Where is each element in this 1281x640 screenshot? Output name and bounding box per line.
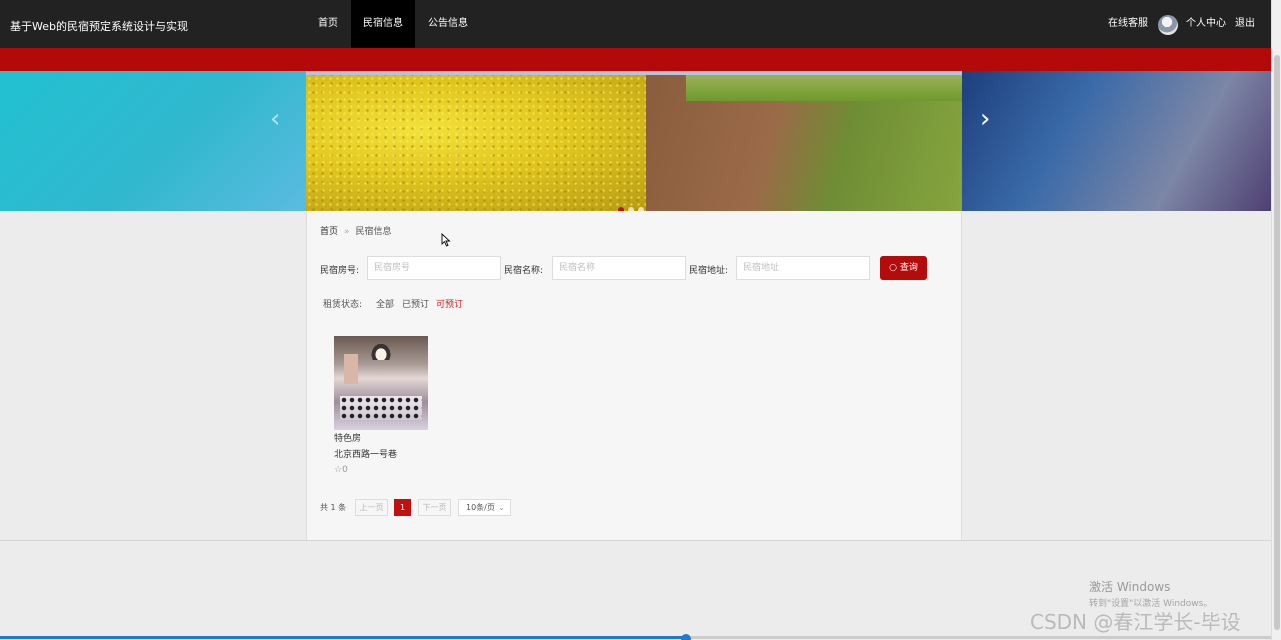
homestay-name-label: 民宿名称: bbox=[504, 266, 544, 276]
homestay-card[interactable]: 特色房 北京西路一号巷 ☆0 bbox=[334, 336, 430, 477]
breadcrumb-current: 民宿信息 bbox=[355, 227, 392, 237]
rental-status-label: 租赁状态: bbox=[323, 300, 363, 310]
chevron-right-icon[interactable]: › bbox=[980, 106, 1000, 132]
page-size-value: 10条/页 bbox=[466, 503, 495, 512]
filter-all[interactable]: 全部 bbox=[376, 297, 394, 310]
chevron-down-icon: ⌄ bbox=[498, 503, 505, 512]
carousel-indicators bbox=[618, 198, 648, 211]
star-icon: ☆ bbox=[334, 465, 343, 475]
chandelier-icon bbox=[370, 342, 392, 360]
homestay-address-label: 民宿地址: bbox=[689, 266, 729, 276]
search-button-label: 查询 bbox=[899, 263, 918, 273]
search-icon: ○ bbox=[889, 263, 897, 273]
favorite-count-value: 0 bbox=[342, 465, 348, 475]
pagination-total: 共 1 条 bbox=[320, 503, 347, 512]
page-size-select[interactable]: 10条/页 ⌄ bbox=[458, 499, 511, 516]
filter-booked[interactable]: 已预订 bbox=[402, 297, 429, 310]
progress-track bbox=[686, 636, 1271, 639]
csdn-watermark: CSDN @春江学长-毕设 bbox=[1030, 610, 1241, 634]
page-number-button[interactable]: 1 bbox=[394, 499, 411, 516]
carousel-next-slide bbox=[962, 71, 1271, 211]
user-avatar[interactable] bbox=[1158, 15, 1178, 35]
room-number-label: 民宿房号: bbox=[320, 266, 360, 276]
filter-available[interactable]: 可预订 bbox=[436, 297, 463, 310]
main-content: 首页»民宿信息 民宿房号: 民宿名称: 民宿地址: ○ 查询 租赁状态: 全部 … bbox=[306, 211, 962, 540]
nav-notice-info[interactable]: 公告信息 bbox=[418, 0, 478, 48]
search-button[interactable]: ○ 查询 bbox=[880, 256, 927, 280]
banner-carousel: ‹ › bbox=[0, 71, 1271, 211]
breadcrumb: 首页 » 民宿信息 bbox=[320, 224, 392, 237]
carousel-active-slide bbox=[306, 71, 962, 211]
homestay-name-input[interactable] bbox=[552, 256, 686, 280]
breadcrumb-home[interactable]: 首页 bbox=[320, 227, 338, 237]
site-title: 基于Web的民宿预定系统设计与实现 bbox=[10, 20, 188, 33]
homestay-address-input[interactable] bbox=[736, 256, 870, 280]
nav-homestay-info[interactable]: 民宿信息 bbox=[351, 0, 415, 48]
online-service-link[interactable]: 在线客服 bbox=[1108, 0, 1148, 48]
page-scrollbar[interactable] bbox=[1271, 0, 1281, 640]
room-number-input[interactable] bbox=[367, 256, 501, 280]
scrollbar-thumb[interactable] bbox=[1274, 55, 1280, 630]
mouse-cursor-icon bbox=[441, 233, 451, 247]
chevron-left-icon[interactable]: ‹ bbox=[270, 106, 290, 132]
video-progress-bar[interactable] bbox=[0, 634, 1271, 640]
breadcrumb-separator: » bbox=[344, 227, 350, 237]
prev-page-button[interactable]: 上一页 bbox=[355, 499, 388, 516]
accent-bar bbox=[0, 48, 1271, 71]
progress-handle[interactable] bbox=[681, 634, 691, 640]
top-navbar: 基于Web的民宿预定系统设计与实现 首页 民宿信息 公告信息 在线客服 个人中心… bbox=[0, 0, 1271, 48]
personal-center-link[interactable]: 个人中心 bbox=[1186, 0, 1226, 48]
content-divider bbox=[0, 540, 1271, 541]
nav-home[interactable]: 首页 bbox=[306, 0, 350, 48]
carousel-prev-slide bbox=[0, 71, 306, 211]
favorite-count: ☆0 bbox=[334, 464, 430, 477]
progress-fill bbox=[0, 636, 686, 639]
homestay-name: 特色房 bbox=[334, 434, 362, 444]
next-page-button[interactable]: 下一页 bbox=[418, 499, 451, 516]
logout-link[interactable]: 退出 bbox=[1235, 0, 1255, 48]
homestay-photo[interactable] bbox=[334, 336, 428, 430]
homestay-address: 北京西路一号巷 bbox=[334, 450, 398, 460]
windows-activation-title: 激活 Windows bbox=[1089, 580, 1171, 594]
